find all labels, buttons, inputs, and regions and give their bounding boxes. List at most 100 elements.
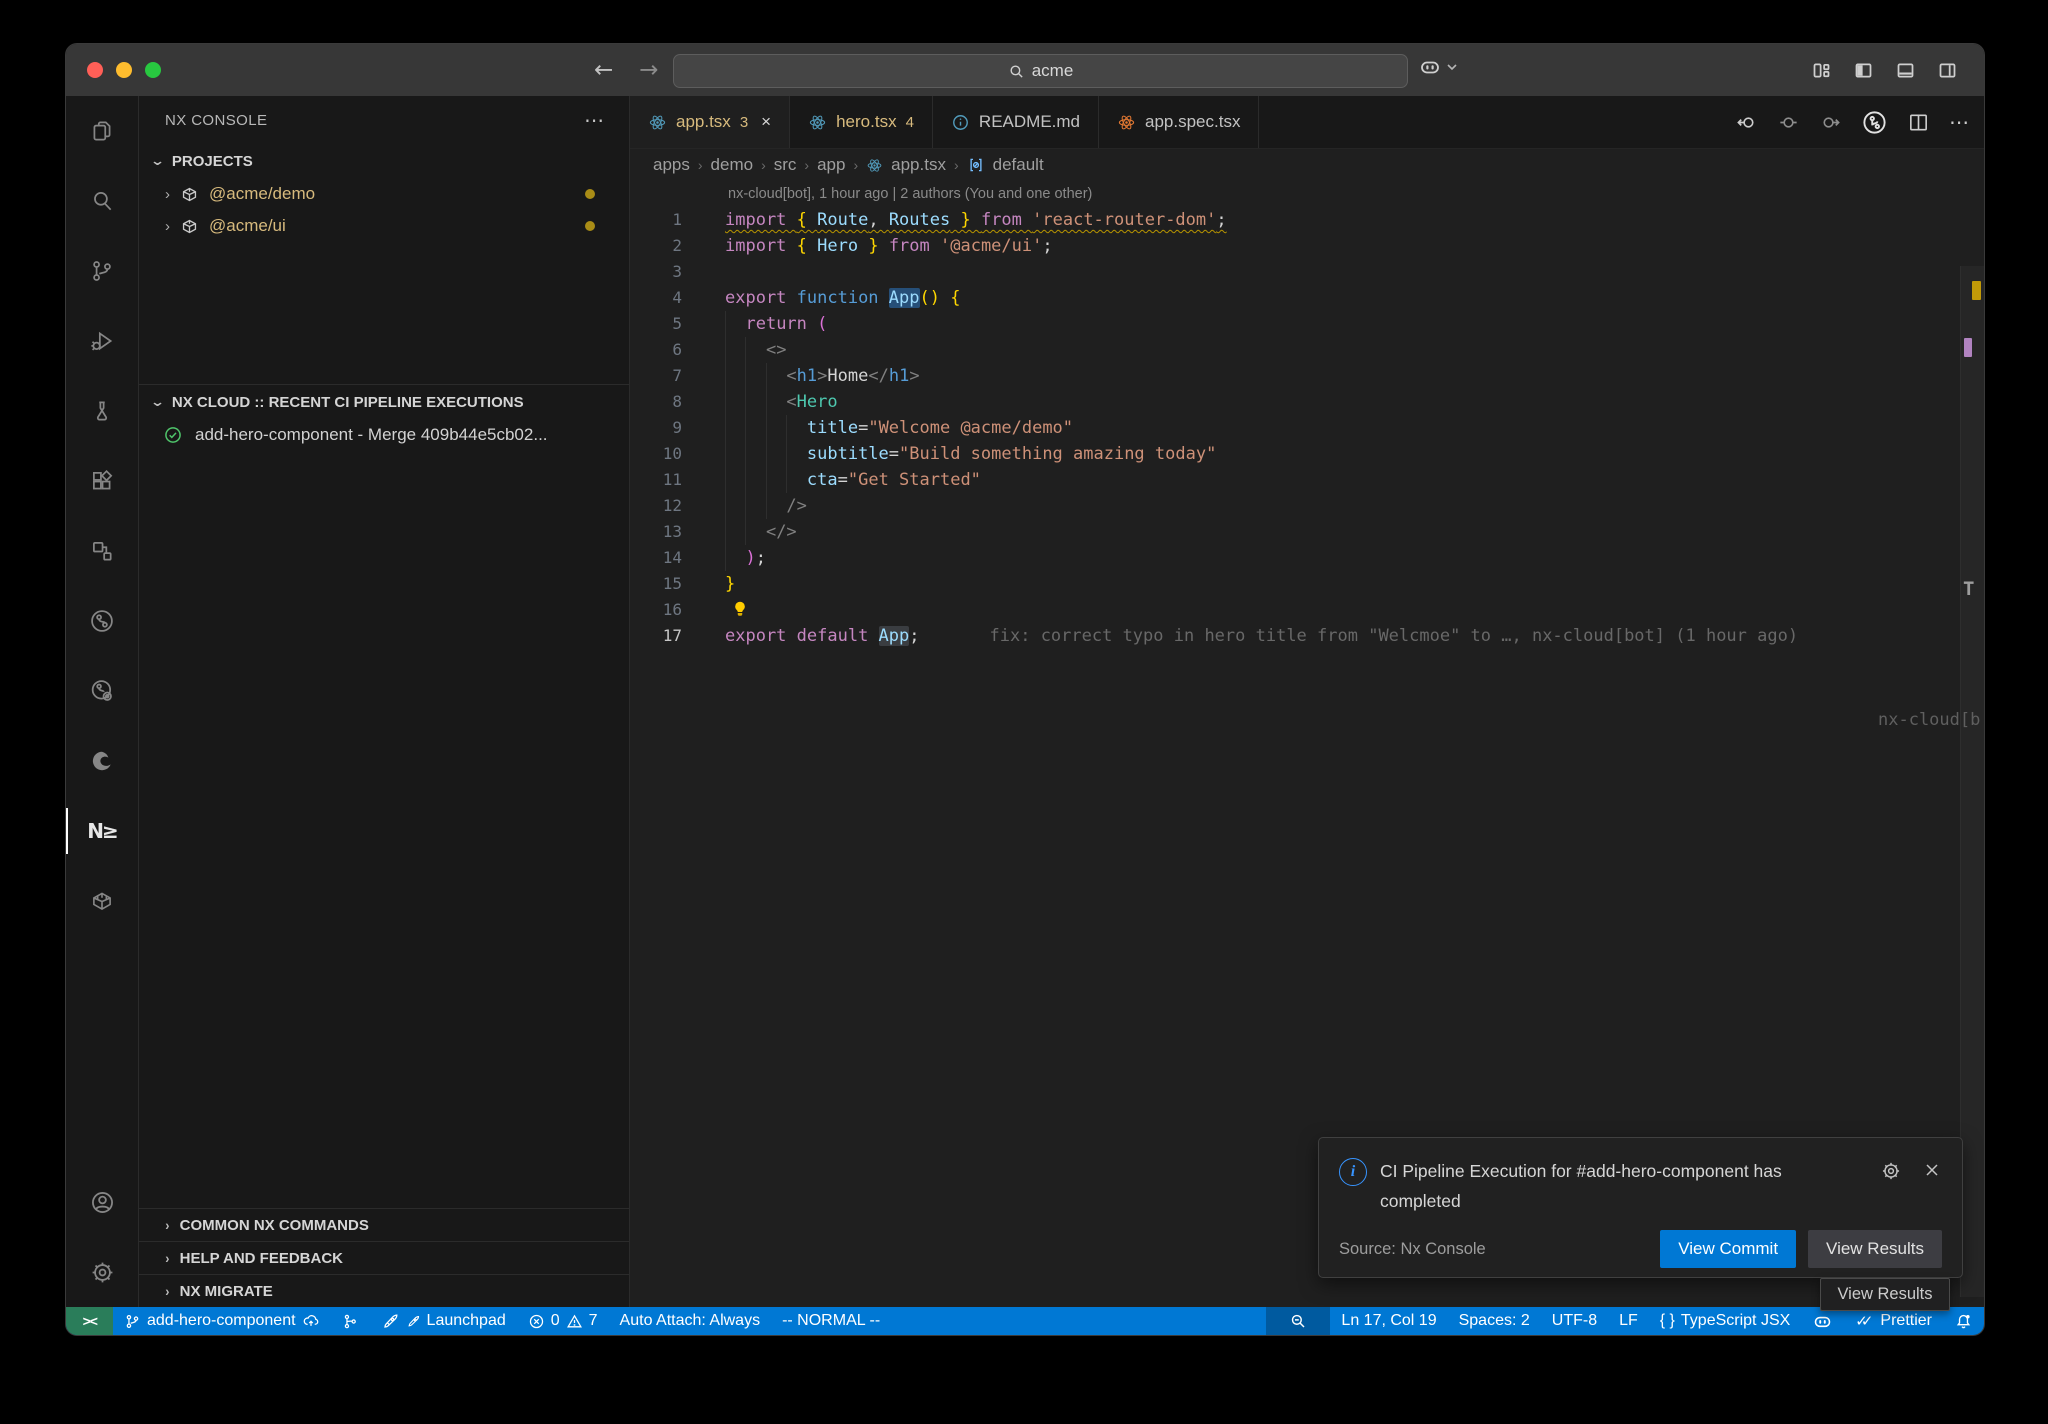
nav-back-commit-icon[interactable] [1735,111,1758,134]
code-line-16[interactable]: 16 [630,597,1984,623]
copilot-status-item[interactable] [1801,1307,1844,1335]
toggle-secondary-sidebar-icon[interactable] [1937,60,1958,81]
nav-forward-commit-icon[interactable] [1819,111,1842,134]
indentation-item[interactable]: Spaces: 2 [1448,1307,1541,1335]
toggle-panel-icon[interactable] [1895,60,1916,81]
view-results-button[interactable]: View Results [1808,1230,1942,1268]
info-icon [951,113,970,132]
nx-console-sidebar: NX CONSOLE ⋯ ⌄ PROJECTS › @acme/demo › @… [139,96,630,1307]
lightbulb-icon[interactable] [731,600,749,618]
toggle-primary-sidebar-icon[interactable] [1853,60,1874,81]
code-line-5[interactable]: 5 return ( [630,311,1984,337]
tab-app-tsx[interactable]: app.tsx 3 × [630,96,790,148]
rocket-small-icon [406,1314,421,1329]
references-icon[interactable] [66,516,138,586]
code-line-10[interactable]: 10 subtitle="Build something amazing tod… [630,441,1984,467]
maximize-window-button[interactable] [145,62,161,78]
code-line-17[interactable]: 17export default App;fix: correct typo i… [630,623,1984,649]
run-debug-icon[interactable] [66,306,138,376]
tab-hero-tsx[interactable]: hero.tsx 4 [790,96,933,148]
chevron-right-icon: › [165,1217,169,1233]
close-icon[interactable] [1922,1160,1942,1180]
breadcrumb-file[interactable]: app.tsx [891,155,946,175]
chevron-right-icon: › [165,1250,169,1266]
section-common-nx-commands[interactable]: › COMMON NX COMMANDS [139,1208,629,1241]
breadcrumb-symbol[interactable]: default [993,155,1044,175]
check-circle-icon [163,425,183,445]
breadcrumb-app[interactable]: app [817,155,845,175]
code-line-1[interactable]: 1import { Route, Routes } from 'react-ro… [630,207,1984,233]
close-window-button[interactable] [87,62,103,78]
nav-current-commit-icon[interactable] [1777,111,1800,134]
code-line-14[interactable]: 14 ); [630,545,1984,571]
accounts-icon[interactable] [66,1167,138,1237]
code-line-8[interactable]: 8 <Hero [630,389,1984,415]
screencast-zoom-item[interactable] [1266,1307,1330,1335]
notifications-bell-item[interactable] [1943,1307,1984,1335]
blame-annotation[interactable]: nx-cloud[bot], 1 hour ago | 2 authors (Y… [728,181,1984,207]
pipeline-execution-item[interactable]: add-hero-component - Merge 409b44e5cb02.… [139,419,629,451]
eol-item[interactable]: LF [1608,1307,1649,1335]
notification-settings-gear-icon[interactable] [1880,1160,1902,1182]
auto-attach-item[interactable]: Auto Attach: Always [609,1307,772,1335]
section-projects[interactable]: ⌄ PROJECTS [139,144,629,178]
more-actions-icon[interactable]: ⋯ [1949,110,1970,135]
code-line-13[interactable]: 13 </> [630,519,1984,545]
section-help-and-feedback[interactable]: › HELP AND FEEDBACK [139,1241,629,1274]
source-control-graph-icon[interactable] [66,586,138,656]
minimize-window-button[interactable] [116,62,132,78]
sidebar-title: NX CONSOLE [165,112,267,129]
formatter-item[interactable]: ✓✓ Prettier [1844,1307,1943,1335]
command-center-search[interactable]: acme [673,54,1408,88]
project-item-acme-ui[interactable]: › @acme/ui [139,210,629,242]
extensions-icon[interactable] [66,446,138,516]
history-back-button[interactable]: ← [594,57,613,83]
split-editor-icon[interactable] [1907,111,1930,134]
overview-ruler[interactable]: T [1960,266,1984,1297]
remote-indicator[interactable]: >< [66,1307,113,1335]
breadcrumb-demo[interactable]: demo [711,155,754,175]
customize-layout-icon[interactable] [1811,60,1832,81]
source-control-icon[interactable] [66,236,138,306]
encoding-item[interactable]: UTF-8 [1541,1307,1608,1335]
history-forward-button[interactable]: → [639,57,658,83]
code-line-3[interactable]: 3 [630,259,1984,285]
breadcrumb-apps[interactable]: apps [653,155,690,175]
breadcrumb-src[interactable]: src [774,155,797,175]
problems-item[interactable]: 0 7 [517,1307,609,1335]
react-icon [866,157,883,174]
code-line-11[interactable]: 11 cta="Get Started" [630,467,1984,493]
containers-icon[interactable] [66,866,138,936]
launchpad-item[interactable]: Launchpad [370,1307,517,1335]
vim-mode-item[interactable]: -- NORMAL -- [771,1307,891,1335]
code-line-4[interactable]: 4export function App() { [630,285,1984,311]
tab-app-spec-tsx[interactable]: app.spec.tsx [1099,96,1259,148]
code-line-6[interactable]: 6 <> [630,337,1984,363]
git-branch-item[interactable]: add-hero-component [113,1307,331,1335]
commit-lens-icon[interactable] [66,656,138,726]
close-icon[interactable]: × [761,112,771,132]
edge-devtools-icon[interactable] [66,726,138,796]
run-or-debug-icon[interactable] [1861,109,1888,136]
nx-console-icon[interactable]: N≥ [66,796,138,866]
source-control-graph-item[interactable] [331,1307,370,1335]
settings-gear-icon[interactable] [66,1237,138,1307]
code-line-12[interactable]: 12 /> [630,493,1984,519]
project-item-acme-demo[interactable]: › @acme/demo [139,178,629,210]
project-status-dot [585,221,595,231]
code-line-7[interactable]: 7 <h1>Home</h1> [630,363,1984,389]
copilot-menu[interactable] [1418,55,1458,79]
section-nx-migrate[interactable]: › NX MIGRATE [139,1274,629,1307]
explorer-icon[interactable] [66,96,138,166]
section-nx-cloud[interactable]: ⌄ NX CLOUD :: RECENT CI PIPELINE EXECUTI… [139,384,629,419]
search-icon[interactable] [66,166,138,236]
more-actions-icon[interactable]: ⋯ [584,108,605,133]
tab-readme-md[interactable]: README.md [933,96,1099,148]
code-line-15[interactable]: 15} [630,571,1984,597]
code-line-2[interactable]: 2import { Hero } from '@acme/ui'; [630,233,1984,259]
cursor-position-item[interactable]: Ln 17, Col 19 [1330,1307,1447,1335]
testing-icon[interactable] [66,376,138,446]
language-mode-item[interactable]: { }TypeScript JSX [1649,1307,1802,1335]
view-commit-button[interactable]: View Commit [1660,1230,1796,1268]
code-line-9[interactable]: 9 title="Welcome @acme/demo" [630,415,1984,441]
